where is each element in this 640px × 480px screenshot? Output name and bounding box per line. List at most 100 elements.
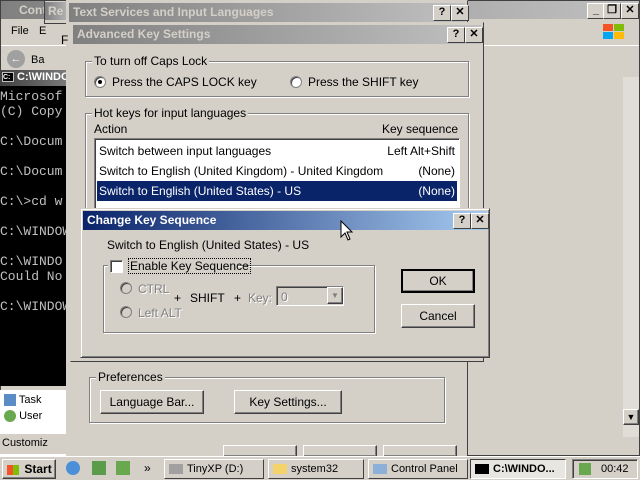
console-line: (C) Copy (0, 104, 63, 119)
console-line: C:\WINDOW (0, 224, 71, 239)
console-line: C:\WINDOW (0, 299, 71, 314)
start-button[interactable]: Start (2, 459, 56, 479)
console-line: C:\>cd w (0, 194, 63, 209)
back-label[interactable]: Ba (31, 54, 44, 66)
console-line: Could No (0, 269, 63, 284)
col-key-header: Key sequence (381, 122, 458, 136)
clock[interactable]: 00:42 (601, 463, 629, 475)
maximize-button[interactable]: ❐ (603, 3, 621, 19)
taskbar-button-tinyxp[interactable]: TinyXP (D:) (164, 459, 264, 479)
plus-sign: + (234, 291, 242, 305)
ctrl-label: CTRL (138, 282, 170, 296)
taskbar-button-system32[interactable]: system32 (268, 459, 364, 479)
quick-launch-desktop-icon[interactable] (92, 461, 106, 475)
preferences-group: Preferences Language Bar... Key Settings… (89, 370, 445, 423)
console-line: C:\Docum (0, 164, 63, 179)
caps-lock-option-label[interactable]: Press the CAPS LOCK key (112, 75, 257, 89)
cmd-title: C:\WINDO (17, 71, 70, 83)
help-button[interactable]: ? (447, 27, 465, 43)
ok-button[interactable]: OK (401, 269, 475, 293)
caps-lock-radio[interactable] (94, 76, 106, 88)
col-action-header: Action (94, 122, 128, 136)
back-arrow-icon[interactable]: ← (7, 50, 25, 68)
user-item[interactable]: User (4, 410, 42, 423)
taskbar-button-cmd[interactable]: C:\WINDO... (470, 459, 566, 479)
list-item[interactable]: Switch between input languages Left Alt+… (97, 141, 457, 161)
list-item-selected[interactable]: Switch to English (United States) - US (… (97, 181, 457, 201)
control-panel-title: Cont (19, 3, 47, 17)
cmd-icon: C: (2, 72, 14, 82)
chevron-down-icon[interactable]: ▼ (327, 287, 343, 304)
scroll-down-button[interactable]: ▼ (623, 409, 639, 425)
advanced-title: Advanced Key Settings (77, 27, 211, 41)
system-tray: 00:42 (572, 459, 638, 479)
quick-launch-tool-icon[interactable] (116, 461, 130, 475)
cmd-titlebar[interactable]: C: C:\WINDO (0, 70, 74, 86)
key-select-value: 0 (281, 290, 288, 304)
quick-launch-more[interactable]: » (144, 461, 151, 475)
folder-icon (273, 464, 287, 475)
cmd-window: C: C:\WINDO Microsof (C) Copy C:\Docum C:… (0, 70, 74, 386)
shift-label: SHIFT (190, 291, 225, 305)
start-label: Start (24, 462, 52, 476)
users-icon (4, 410, 16, 423)
advanced-titlebar[interactable]: Advanced Key Settings ? ✕ (73, 25, 483, 44)
hotkeys-list[interactable]: Switch between input languages Left Alt+… (94, 138, 460, 212)
key-sequence-group: Enable Key Sequence CTRL Left ALT + SHIF… (103, 258, 375, 333)
tray-icon[interactable] (579, 463, 591, 475)
ctrl-radio[interactable] (120, 282, 132, 294)
text-services-title: Text Services and Input Languages (73, 5, 274, 19)
close-button[interactable]: ✕ (471, 213, 489, 229)
left-alt-label: Left ALT (138, 306, 182, 320)
console-line: Microsof (0, 89, 63, 104)
language-bar-button[interactable]: Language Bar... (100, 390, 204, 414)
customize-label[interactable]: Customiz (0, 434, 74, 454)
shift-option-label[interactable]: Press the SHIFT key (308, 75, 418, 89)
taskbar: Start » TinyXP (D:) system32 Control Pan… (0, 456, 640, 480)
key-label: Key: (248, 291, 273, 305)
change-key-titlebar[interactable]: Change Key Sequence ? ✕ (83, 211, 489, 230)
enable-key-sequence-label[interactable]: Enable Key Sequence (128, 258, 251, 274)
cmd-output: Microsof (C) Copy C:\Docum C:\Docum C:\>c… (0, 89, 74, 379)
key-select[interactable]: 0 ▼ (276, 286, 344, 306)
close-button[interactable]: ✕ (621, 3, 639, 19)
cancel-button[interactable]: Cancel (401, 304, 475, 328)
close-button[interactable]: ✕ (451, 5, 469, 21)
windows-logo-icon (601, 23, 627, 41)
bottom-buttons-strip (223, 445, 463, 457)
console-line: C:\Docum (0, 134, 63, 149)
hotkeys-label: Hot keys for input languages (92, 106, 249, 120)
help-button[interactable]: ? (433, 5, 451, 21)
change-key-sequence-dialog: Change Key Sequence ? ✕ Switch to Englis… (80, 208, 490, 358)
scrollbar[interactable]: ▼ (623, 77, 639, 437)
regional-title: Re (48, 4, 64, 18)
close-button[interactable]: ✕ (465, 27, 483, 43)
tasks-icon (4, 394, 16, 407)
left-alt-radio[interactable] (120, 306, 132, 318)
shift-radio[interactable] (290, 76, 302, 88)
enable-key-sequence-checkbox[interactable] (110, 260, 123, 273)
plus-sign: + (174, 291, 182, 305)
key-settings-button[interactable]: Key Settings... (234, 390, 342, 414)
mouse-cursor-icon (340, 220, 354, 241)
windows-flag-icon (7, 464, 19, 475)
caps-lock-label: To turn off Caps Lock (92, 54, 210, 68)
language-name: Switch to English (United States) - US (107, 238, 310, 252)
help-button[interactable]: ? (453, 213, 471, 229)
change-key-title: Change Key Sequence (87, 213, 217, 227)
menu-file[interactable]: File (11, 25, 29, 37)
quick-launch-ie-icon[interactable] (66, 461, 80, 475)
menu-edit[interactable]: E (39, 25, 46, 37)
text-services-titlebar[interactable]: Text Services and Input Languages ? ✕ (69, 3, 469, 22)
task-panel: Task User Customiz (0, 390, 74, 456)
task-item[interactable]: Task (4, 394, 41, 407)
taskbar-button-control-panel[interactable]: Control Panel (368, 459, 468, 479)
list-item[interactable]: Switch to English (United Kingdom) - Uni… (97, 161, 457, 181)
tab-partial[interactable]: F (61, 33, 68, 47)
